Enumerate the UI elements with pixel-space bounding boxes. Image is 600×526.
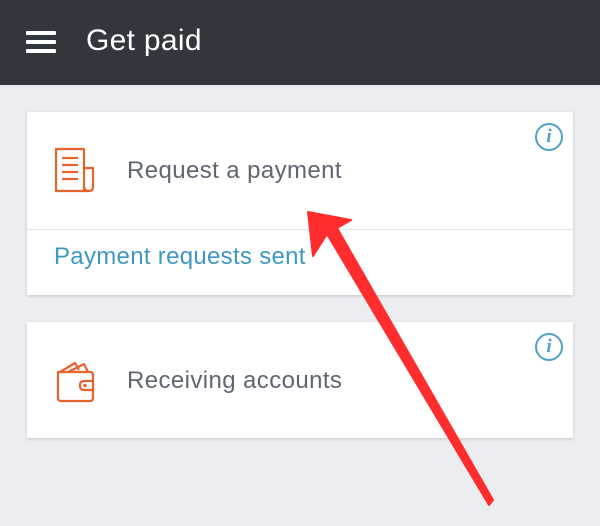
hamburger-menu-icon[interactable] xyxy=(26,30,58,56)
receiving-accounts-row[interactable]: Receiving accounts xyxy=(27,322,573,438)
info-icon[interactable]: i xyxy=(535,123,563,151)
request-payment-card: Request a payment i Payment requests sen… xyxy=(27,112,573,295)
app-bar: Get paid xyxy=(0,0,600,85)
receiving-accounts-label: Receiving accounts xyxy=(127,367,343,394)
receiving-accounts-card: Receiving accounts i xyxy=(27,322,573,438)
payment-requests-sent-link[interactable]: Payment requests sent xyxy=(54,243,306,271)
document-icon xyxy=(54,147,95,193)
request-payment-label: Request a payment xyxy=(127,157,342,184)
info-icon[interactable]: i xyxy=(535,333,563,361)
request-payment-row[interactable]: Request a payment xyxy=(27,112,573,229)
page-title: Get paid xyxy=(86,24,202,57)
wallet-icon xyxy=(56,361,95,403)
